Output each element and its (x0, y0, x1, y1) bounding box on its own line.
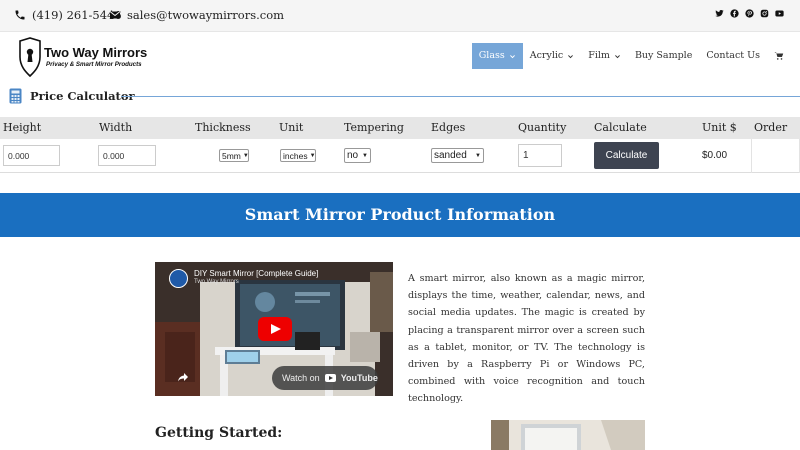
chevron-down-icon (614, 53, 621, 60)
getting-started-heading: Getting Started: (155, 425, 283, 441)
width-input[interactable]: 0.000 (98, 145, 156, 166)
thickness-value: 5mm (222, 150, 241, 161)
pinterest-icon[interactable] (745, 9, 754, 18)
unit-value: inches (283, 150, 308, 161)
video-embed[interactable]: DIY Smart Mirror [Complete Guide] Two Wa… (155, 262, 393, 396)
chevron-down-icon (509, 53, 516, 60)
youtube-icon[interactable] (775, 9, 784, 18)
banner-title: Smart Mirror Product Information (244, 205, 556, 224)
phone-icon (15, 10, 25, 20)
channel-avatar[interactable] (169, 269, 188, 288)
header-unit: Unit (279, 121, 304, 134)
quantity-input[interactable]: 1 (518, 144, 562, 167)
column-divider (751, 139, 752, 173)
unit-price-value: $0.00 (702, 150, 728, 161)
header-calculate: Calculate (594, 121, 647, 134)
edges-value: sanded (434, 150, 467, 161)
thickness-select[interactable]: 5mm ▼ (219, 149, 249, 162)
chevron-down-icon: ▼ (242, 152, 249, 159)
social-links (715, 9, 784, 18)
calculator-title: Price Calculator (30, 89, 135, 103)
chevron-down-icon: ▼ (475, 152, 481, 159)
price-calculator-table: Height Width Thickness Unit Tempering Ed… (0, 117, 800, 173)
nav-item-acrylic[interactable]: Acrylic (523, 43, 582, 69)
email-address: sales@twowaymirrors.com (127, 8, 285, 22)
price-calculator-heading: Price Calculator (0, 86, 800, 108)
phone-link[interactable]: (419) 261-5446 (14, 8, 122, 22)
platform-label: YouTube (340, 373, 378, 383)
play-button-icon[interactable] (258, 317, 292, 341)
nav-item-buy-sample[interactable]: Buy Sample (628, 43, 699, 69)
nav-item-contact-us[interactable]: Contact Us (699, 43, 767, 69)
header-height: Height (3, 121, 42, 134)
watch-on-youtube-button[interactable]: Watch on YouTube (272, 366, 378, 390)
twitter-icon[interactable] (715, 9, 724, 18)
nav-label: Film (588, 50, 610, 61)
section-banner: Smart Mirror Product Information (0, 193, 800, 237)
calculator-icon (9, 88, 22, 104)
cart-icon (774, 52, 784, 60)
table-row: 0.000 0.000 5mm ▼ inches ▼ no ▼ sanded ▼ 1 C… (0, 139, 800, 173)
nav-label: Glass (478, 50, 505, 61)
video-title[interactable]: DIY Smart Mirror [Complete Guide] (194, 269, 318, 278)
heading-divider (121, 96, 800, 97)
calculate-button[interactable]: Calculate (594, 142, 659, 169)
height-input[interactable]: 0.000 (3, 145, 60, 166)
chevron-down-icon (567, 53, 574, 60)
nav-label: Buy Sample (634, 50, 693, 61)
facebook-icon[interactable] (730, 9, 739, 18)
product-description: A smart mirror, also known as a magic mi… (408, 273, 645, 405)
header-tempering: Tempering (344, 121, 404, 134)
header-thickness: Thickness (195, 121, 251, 134)
watch-label: Watch on (282, 373, 320, 383)
edges-select[interactable]: sanded ▼ (431, 148, 484, 163)
site-header: Two Way Mirrors Privacy & Smart Mirror P… (0, 32, 800, 82)
video-channel[interactable]: Two Way Mirrors (194, 279, 239, 285)
nav-label: Acrylic (529, 50, 564, 61)
header-edges: Edges (431, 121, 466, 134)
share-icon[interactable] (177, 371, 189, 383)
email-link[interactable]: sales@twowaymirrors.com (109, 8, 284, 22)
tempering-value: no (347, 150, 359, 161)
brand-name: Two Way Mirrors (44, 45, 148, 60)
unit-select[interactable]: inches ▼ (280, 149, 316, 162)
top-bar: (419) 261-5446 sales@twowaymirrors.com (0, 0, 800, 32)
nav-label: Contact Us (706, 50, 760, 61)
header-order: Order (754, 121, 788, 134)
brand-tagline: Privacy & Smart Mirror Products (46, 61, 142, 68)
product-image (491, 420, 645, 450)
nav-item-glass[interactable]: Glass (471, 43, 523, 69)
header-unit-price: Unit $ (702, 121, 737, 134)
nav-item-film[interactable]: Film (581, 43, 628, 69)
site-logo[interactable]: Two Way Mirrors Privacy & Smart Mirror P… (18, 37, 158, 81)
cart-button[interactable] (767, 43, 800, 69)
envelope-icon (109, 11, 121, 19)
chevron-down-icon: ▼ (309, 152, 316, 159)
main-nav: Glass Acrylic Film Buy Sample Contact Us (471, 43, 800, 69)
youtube-logo-icon (324, 374, 336, 382)
header-quantity: Quantity (518, 121, 567, 134)
header-width: Width (99, 121, 133, 134)
table-header-row: Height Width Thickness Unit Tempering Ed… (0, 117, 800, 139)
shield-keyhole-icon (19, 37, 41, 77)
chevron-down-icon: ▼ (362, 152, 368, 159)
instagram-icon[interactable] (760, 9, 769, 18)
tempering-select[interactable]: no ▼ (344, 148, 371, 163)
